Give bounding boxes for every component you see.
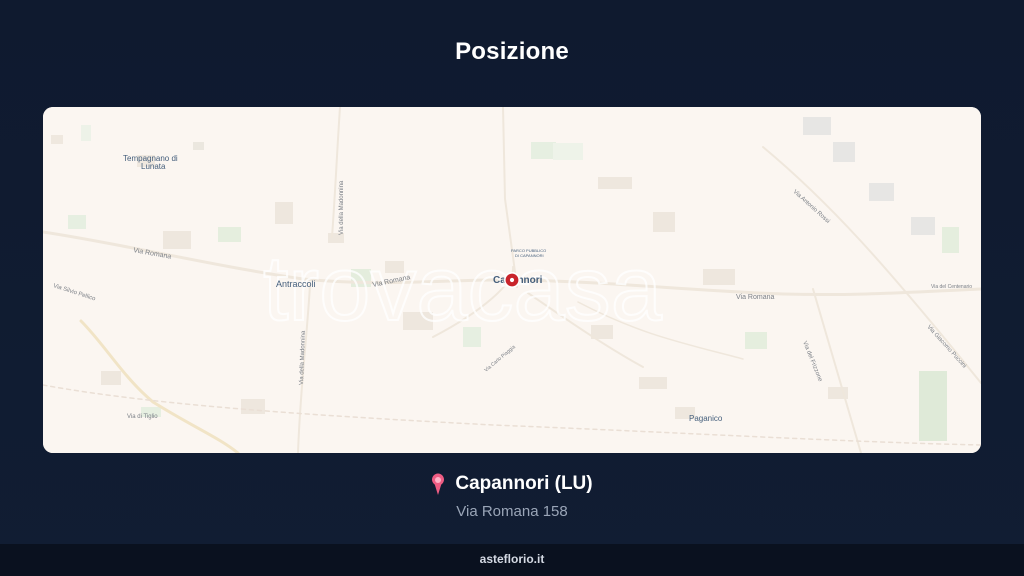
map-label-antraccoli: Antraccoli [276,279,316,289]
location-page: Posizione trovacasa Tempagnano di Lunata… [0,0,1024,576]
road-label-via-romana-east: Via Romana [736,294,775,301]
map-label-paganico: Paganico [689,414,723,423]
map-svg: trovacasa Tempagnano di Lunata Antraccol… [43,107,981,453]
map-label-park-line2: DI CAPANNORI [515,253,544,258]
map-card[interactable]: trovacasa Tempagnano di Lunata Antraccol… [43,107,981,453]
map-label-lunata: Lunata [141,162,166,171]
location-address: Via Romana 158 [456,503,568,520]
page-title: Posizione [455,38,569,65]
map-pin-icon [431,473,445,495]
road-label-centenario: Via del Centenario [931,284,972,290]
map-watermark: trovacasa [263,238,663,340]
location-name-row: Capannori (LU) [431,470,593,498]
map-marker-icon[interactable] [504,272,520,288]
road-label-tiglio: Via di Tiglio [127,414,158,420]
location-info: Capannori (LU) Via Romana 158 [0,470,1024,520]
road-label-via-madonnina-north: Via della Madonnina [339,180,345,235]
footer-site: asteflorio.it [0,544,1024,576]
location-name: Capannori (LU) [455,473,593,494]
